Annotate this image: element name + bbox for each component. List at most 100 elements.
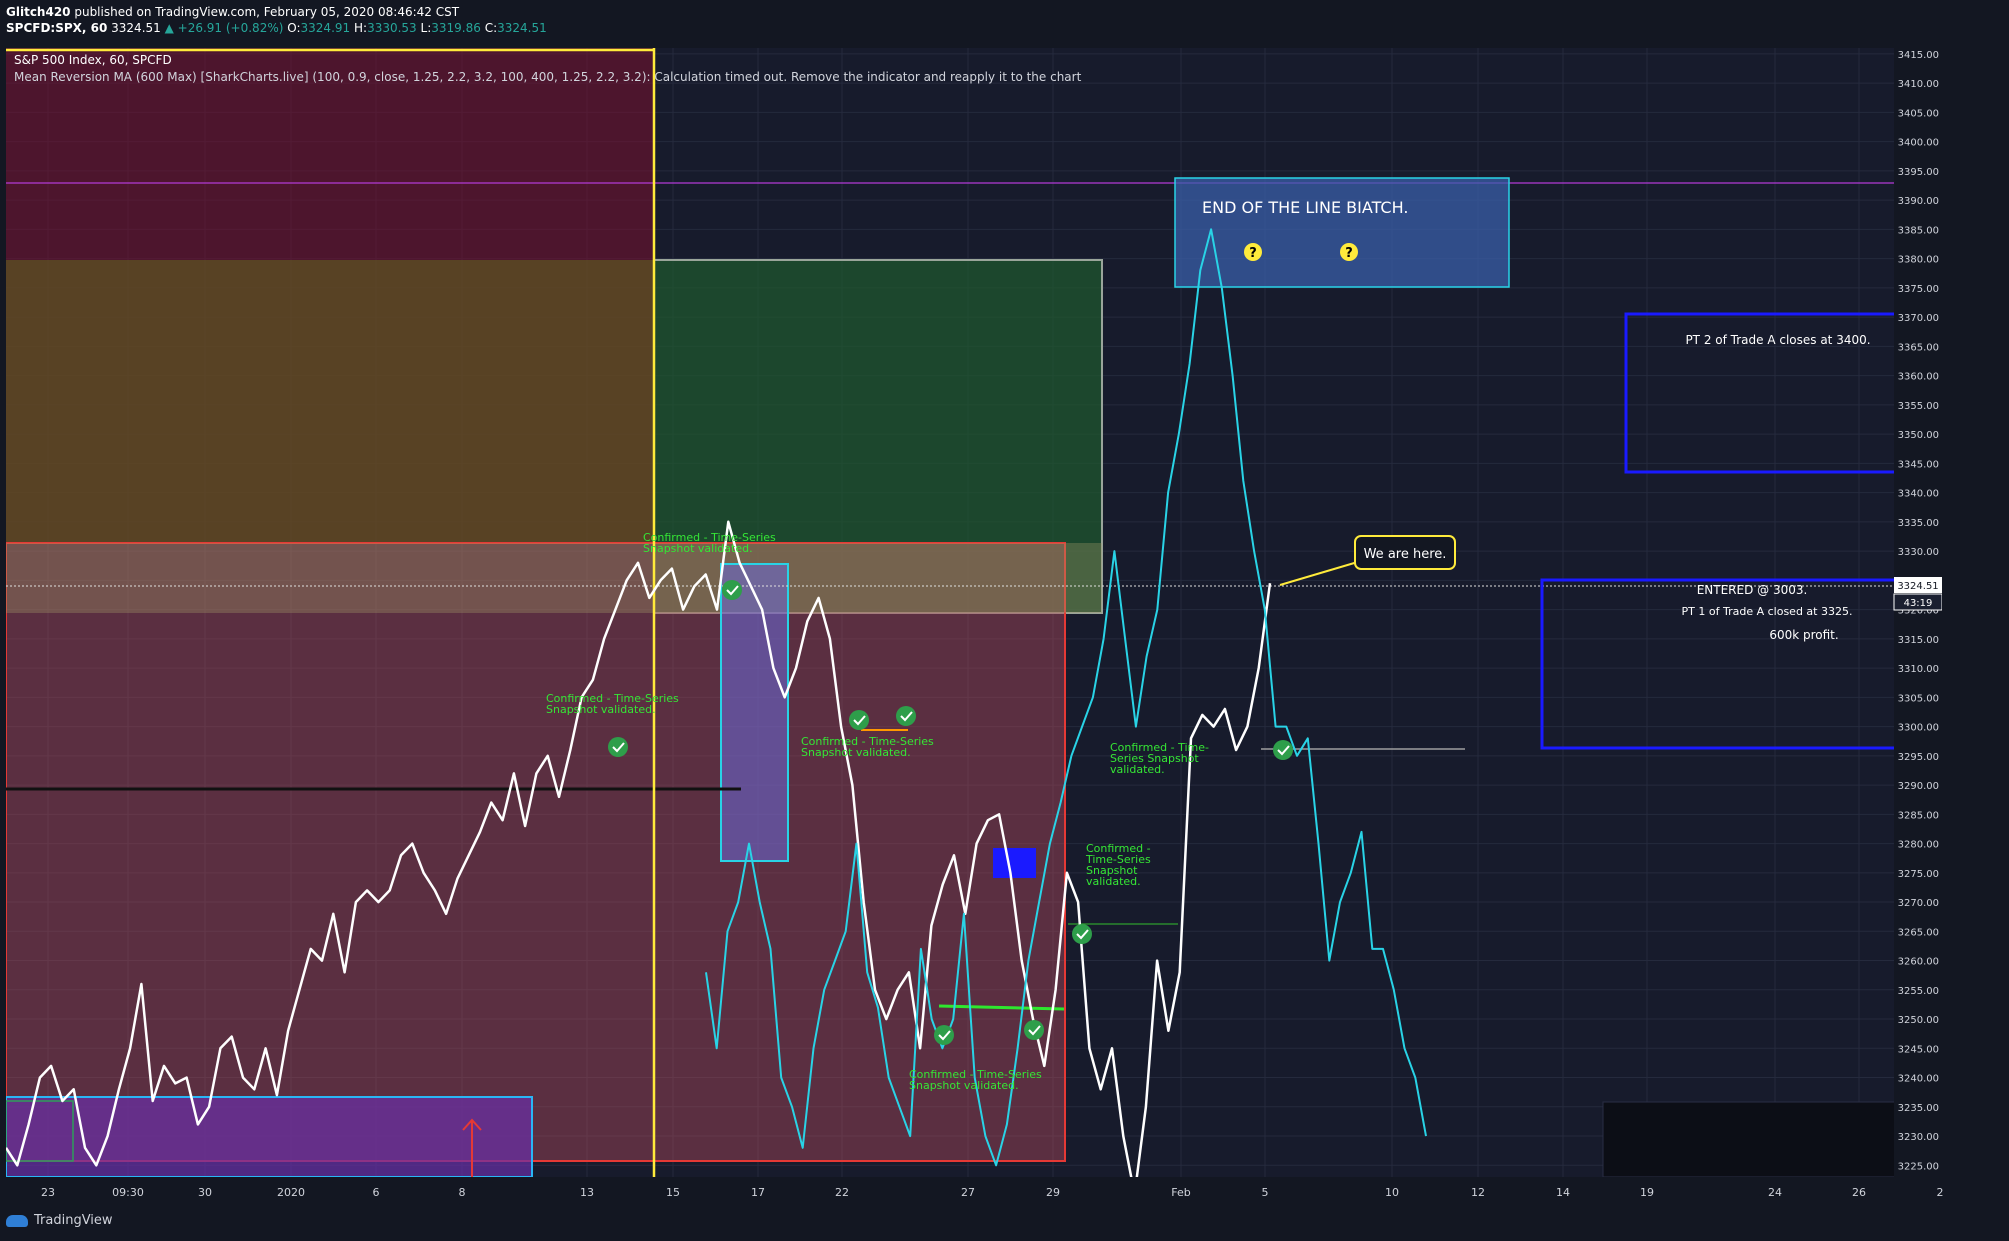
y-tick-label: 3405.00: [1898, 108, 1939, 119]
publish-line: Glitch420 published on TradingView.com, …: [6, 5, 459, 19]
y-tick-label: 3300.00: [1898, 723, 1939, 734]
y-tick-label: 3305.00: [1898, 693, 1939, 704]
confirm-5-line4: validated.: [1086, 875, 1141, 888]
x-tick-label: 2: [1937, 1186, 1944, 1199]
x-tick-label: 29: [1046, 1186, 1060, 1199]
x-tick-label: 09:30: [112, 1186, 144, 1199]
confirm-3-line2: Snapshot validated.: [801, 746, 911, 759]
end-of-line-text: END OF THE LINE BIATCH.: [1202, 198, 1408, 217]
publish-info: published on TradingView.com, February 0…: [70, 5, 460, 19]
y-tick-label: 3375.00: [1898, 284, 1939, 295]
author-name[interactable]: Glitch420: [6, 5, 71, 19]
confirm-1-line2: Snapshot validated.: [643, 542, 753, 555]
pt2-text: PT 2 of Trade A closes at 3400.: [1685, 333, 1870, 347]
confirm-2-line2: Snapshot validated.: [546, 703, 656, 716]
y-tick-label: 3380.00: [1898, 255, 1939, 266]
y-tick-label: 3250.00: [1898, 1015, 1939, 1026]
y-tick-label: 3235.00: [1898, 1103, 1939, 1114]
x-tick-label: 5: [1262, 1186, 1269, 1199]
x-tick-label: 2020: [277, 1186, 305, 1199]
y-tick-label: 3410.00: [1898, 79, 1939, 90]
check-icon: [1024, 1020, 1044, 1040]
open-value: 3324.91: [300, 21, 351, 35]
close-value: 3324.51: [497, 21, 547, 35]
y-tick-label: 3365.00: [1898, 342, 1939, 353]
x-tick-label: 12: [1471, 1186, 1485, 1199]
y-tick-label: 3240.00: [1898, 1074, 1939, 1085]
y-tick-label: 3340.00: [1898, 489, 1939, 500]
x-tick-label: 10: [1385, 1186, 1399, 1199]
y-tick-label: 3285.00: [1898, 810, 1939, 821]
y-tick-label: 3290.00: [1898, 781, 1939, 792]
zone-purple-bottom[interactable]: [6, 1096, 533, 1177]
close-label: C:: [484, 21, 498, 35]
x-tick-label: 19: [1640, 1186, 1654, 1199]
tradingview-logo[interactable]: TradingView: [6, 1213, 113, 1228]
y-tick-label: 3330.00: [1898, 547, 1939, 558]
low-label: L:: [420, 21, 432, 35]
y-tick-label: 3260.00: [1898, 957, 1939, 968]
x-tick-label: 24: [1768, 1186, 1782, 1199]
x-tick-label: 15: [666, 1186, 680, 1199]
we-are-here-text: We are here.: [1364, 547, 1447, 562]
x-tick-label: 26: [1852, 1186, 1866, 1199]
x-tick-label: 17: [751, 1186, 765, 1199]
tradingview-brand: TradingView: [34, 1213, 113, 1228]
zone-tan-band[interactable]: [6, 543, 1102, 613]
y-tick-label: 3310.00: [1898, 664, 1939, 675]
y-tick-label: 3370.00: [1898, 313, 1939, 324]
y-tick-label: 3280.00: [1898, 840, 1939, 851]
ohlc-line: SPCFD:SPX, 60 3324.51 ▲ +26.91 (+0.82%) …: [6, 21, 547, 35]
x-axis[interactable]: 23 09:30 30 2020 6 8 13 15 17 22 27 29 Feb 5 10 12 14 19 2…: [6, 1177, 1948, 1207]
x-tick-label: 27: [961, 1186, 975, 1199]
price-change: ▲ +26.91 (+0.82%): [164, 21, 284, 35]
y-tick-label: 3270.00: [1898, 898, 1939, 909]
check-icon: [934, 1025, 954, 1045]
low-value: 3319.86: [431, 21, 481, 35]
x-tick-label: 30: [198, 1186, 212, 1199]
high-value: 3330.53: [367, 21, 417, 35]
zone-dark-bottom-right[interactable]: [1602, 1101, 1942, 1177]
we-are-here-pointer: [1279, 560, 1362, 586]
question-mark-2: ?: [1345, 246, 1353, 261]
chart-panel[interactable]: 3225.00 3230.00 3235.00 3240.00 3245.00 3250.…: [6, 48, 1942, 1177]
x-tick-label: 22: [835, 1186, 849, 1199]
legend-series: S&P 500 Index, 60, SPCFD: [14, 53, 172, 67]
high-label: H:: [353, 21, 368, 35]
legend-indicator[interactable]: Mean Reversion MA (600 Max) [SharkCharts…: [14, 70, 1082, 84]
y-tick-label: 3335.00: [1898, 518, 1939, 529]
symbol-name: SPCFD:SPX, 60: [6, 21, 108, 35]
check-icon: [896, 706, 916, 726]
y-tick-label: 3360.00: [1898, 372, 1939, 383]
zone-olive[interactable]: [6, 260, 654, 543]
x-tick-label: Feb: [1171, 1186, 1190, 1199]
y-tick-label: 3385.00: [1898, 225, 1939, 236]
x-tick-label: 6: [373, 1186, 380, 1199]
y-tick-label: 3245.00: [1898, 1044, 1939, 1055]
y-tick-label: 3345.00: [1898, 459, 1939, 470]
end-of-line-box[interactable]: [1174, 177, 1510, 288]
zone-lavender[interactable]: [720, 563, 789, 862]
x-tick-label: 14: [1556, 1186, 1570, 1199]
chart-canvas[interactable]: 3225.00 3230.00 3235.00 3240.00 3245.00 3250.…: [6, 48, 1942, 1177]
y-tick-label: 3415.00: [1898, 50, 1939, 61]
confirm-6-line2: Snapshot validated.: [909, 1079, 1019, 1092]
y-tick-label: 3230.00: [1898, 1132, 1939, 1143]
x-tick-label: 23: [41, 1186, 55, 1199]
open-label: O:: [287, 21, 301, 35]
price-tag-value: 3324.51: [1897, 581, 1938, 592]
check-icon: [722, 580, 742, 600]
x-tick-label: 8: [459, 1186, 466, 1199]
last-price: 3324.51: [111, 21, 161, 35]
y-tick-label: 3400.00: [1898, 138, 1939, 149]
entered-text: ENTERED @ 3003.: [1697, 583, 1808, 597]
countdown-value: 43:19: [1904, 598, 1933, 609]
tradingview-cloud-icon: [6, 1214, 28, 1227]
y-tick-label: 3350.00: [1898, 430, 1939, 441]
y-tick-label: 3265.00: [1898, 927, 1939, 938]
zone-blue-small[interactable]: [993, 848, 1036, 878]
pt1-text: PT 1 of Trade A closed at 3325.: [1682, 605, 1853, 618]
y-tick-label: 3395.00: [1898, 167, 1939, 178]
check-icon: [849, 710, 869, 730]
y-tick-label: 3225.00: [1898, 1161, 1939, 1172]
